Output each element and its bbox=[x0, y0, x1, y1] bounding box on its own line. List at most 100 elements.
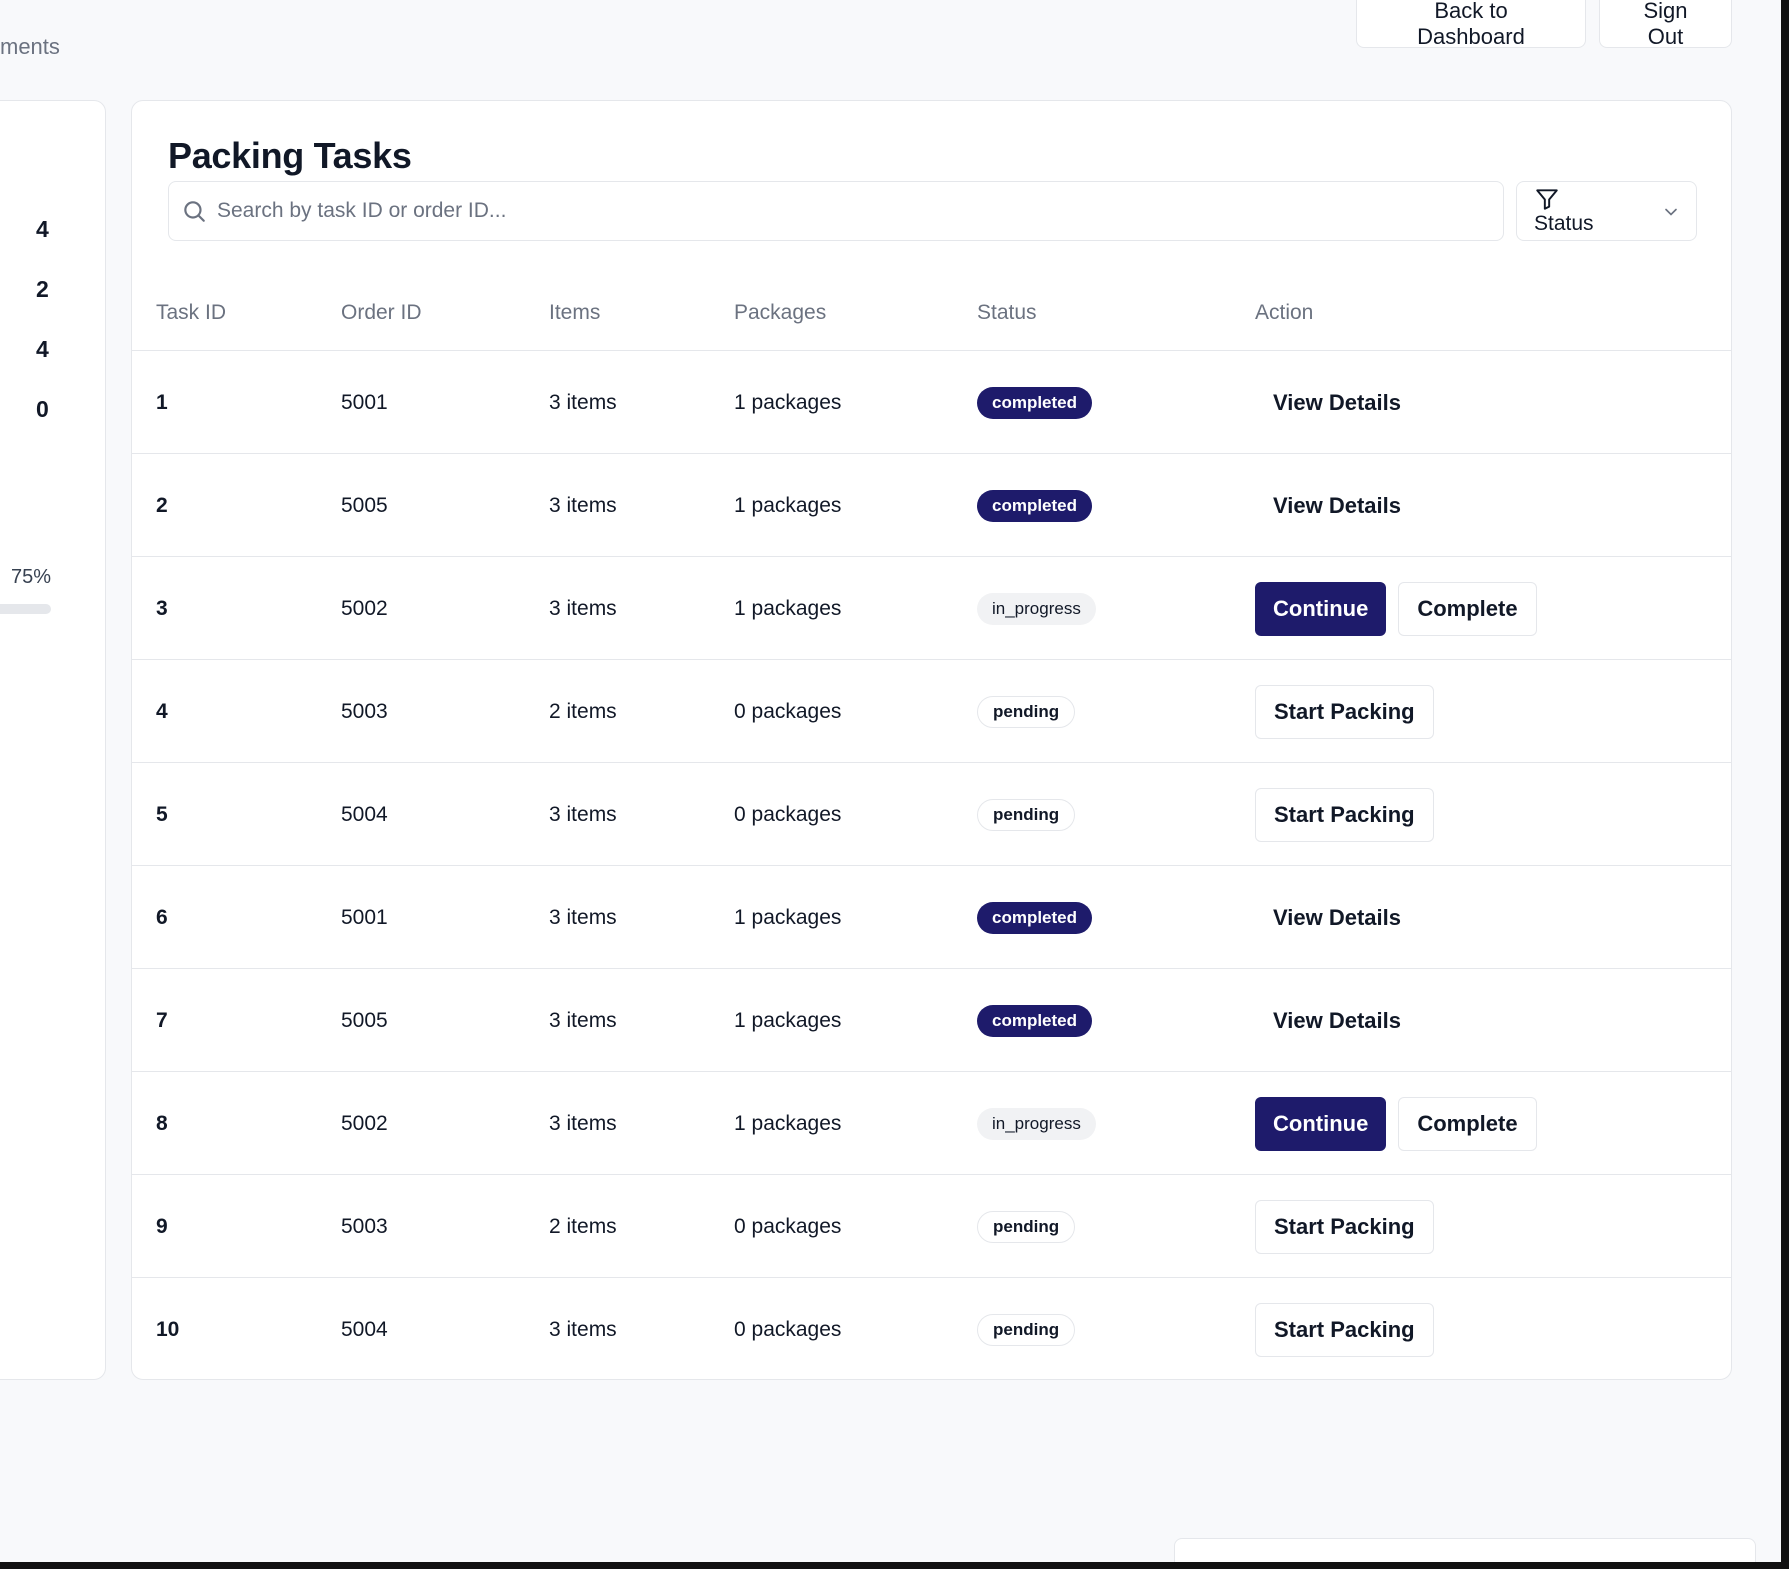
stat-value: 0 bbox=[36, 396, 49, 422]
table-body: 1 5001 3 items 1 packages completed View Deta… bbox=[132, 351, 1731, 1381]
page-subtitle: ments bbox=[0, 34, 60, 59]
view-details-button[interactable]: View Details bbox=[1255, 994, 1419, 1048]
view-details-button[interactable]: View Details bbox=[1255, 891, 1419, 945]
items-cell: 2 items bbox=[549, 699, 617, 723]
order-id-cell: 5001 bbox=[341, 390, 388, 414]
continue-button[interactable]: Continue bbox=[1255, 1096, 1387, 1151]
status-cell: pending bbox=[977, 1278, 1076, 1381]
status-badge: completed bbox=[977, 386, 1093, 419]
items-cell: 3 items bbox=[549, 1008, 617, 1032]
table-row: 4 5003 2 items 0 packages pending Start Packi… bbox=[132, 660, 1731, 763]
items-cell: 3 items bbox=[549, 493, 617, 517]
action-cell: Start Packing bbox=[1255, 763, 1434, 866]
status-cell: completed bbox=[977, 351, 1093, 454]
progress-label: 75% bbox=[11, 566, 52, 588]
order-id-cell: 5001 bbox=[341, 905, 388, 929]
table-row: 5 5004 3 items 0 packages pending Start Packi… bbox=[132, 763, 1731, 866]
filter-icon bbox=[1534, 186, 1560, 212]
status-badge: completed bbox=[977, 489, 1093, 522]
complete-button[interactable]: Complete bbox=[1398, 581, 1537, 636]
order-id-cell: 5004 bbox=[341, 802, 388, 826]
items-cell: 3 items bbox=[549, 1111, 617, 1135]
packing-tasks-card: Packing Tasks Status bbox=[131, 100, 1732, 1380]
start-packing-button[interactable]: Start Packing bbox=[1255, 684, 1434, 739]
stats-card: 4 2 4 0 75% bbox=[0, 100, 106, 1380]
task-id-cell: 1 bbox=[156, 390, 168, 414]
packages-cell: 1 packages bbox=[734, 596, 842, 620]
status-badge: pending bbox=[977, 1210, 1076, 1243]
action-cell: Start Packing bbox=[1255, 1175, 1434, 1278]
status-badge: pending bbox=[977, 1313, 1076, 1346]
status-badge: pending bbox=[977, 695, 1076, 728]
packages-cell: 0 packages bbox=[734, 802, 842, 826]
complete-button[interactable]: Complete bbox=[1398, 1096, 1537, 1151]
status-cell: in_progress bbox=[977, 1072, 1096, 1175]
packages-cell: 1 packages bbox=[734, 1008, 842, 1032]
action-cell: Continue Complete bbox=[1255, 1072, 1537, 1175]
chevron-down-icon bbox=[1661, 202, 1681, 222]
order-id-cell: 5004 bbox=[341, 1317, 388, 1341]
items-cell: 3 items bbox=[549, 905, 617, 929]
continue-button[interactable]: Continue bbox=[1255, 581, 1387, 636]
column-header-action: Action bbox=[1255, 301, 1314, 324]
table-row: 1 5001 3 items 1 packages completed View Deta… bbox=[132, 351, 1731, 454]
app-viewport: ments Back to Dashboard Sign Out 4 2 4 0… bbox=[0, 0, 1789, 1569]
stat-value: 2 bbox=[36, 276, 49, 302]
order-id-cell: 5002 bbox=[341, 1111, 388, 1135]
task-id-cell: 6 bbox=[156, 905, 168, 929]
order-id-cell: 5003 bbox=[341, 699, 388, 723]
stat-value: 4 bbox=[36, 216, 49, 242]
action-cell: Start Packing bbox=[1255, 660, 1434, 763]
search-box bbox=[168, 181, 1504, 241]
order-id-cell: 5005 bbox=[341, 493, 388, 517]
view-details-button[interactable]: View Details bbox=[1255, 479, 1419, 533]
page-title: Packing Tasks bbox=[168, 135, 412, 176]
task-id-cell: 9 bbox=[156, 1214, 168, 1238]
start-packing-button[interactable]: Start Packing bbox=[1255, 1302, 1434, 1357]
task-id-cell: 2 bbox=[156, 493, 168, 517]
task-id-cell: 10 bbox=[156, 1317, 180, 1341]
task-id-cell: 7 bbox=[156, 1008, 168, 1032]
progress-bar-fill bbox=[0, 604, 34, 614]
start-packing-button[interactable]: Start Packing bbox=[1255, 787, 1434, 842]
column-header-task-id: Task ID bbox=[156, 301, 227, 324]
start-packing-button[interactable]: Start Packing bbox=[1255, 1199, 1434, 1254]
items-cell: 3 items bbox=[549, 802, 617, 826]
status-filter-select[interactable]: Status bbox=[1516, 181, 1697, 241]
packages-cell: 1 packages bbox=[734, 390, 842, 414]
status-filter-label: Status bbox=[1534, 212, 1594, 235]
status-cell: pending bbox=[977, 1175, 1076, 1278]
stat-value: 4 bbox=[36, 336, 49, 362]
search-input[interactable] bbox=[217, 182, 1487, 240]
sign-out-button[interactable]: Sign Out bbox=[1599, 0, 1732, 49]
packing-tasks-table: Task ID Order ID Items Packages Status A… bbox=[132, 281, 1731, 1381]
order-id-cell: 5003 bbox=[341, 1214, 388, 1238]
table-row: 7 5005 3 items 1 packages completed View Deta… bbox=[132, 969, 1731, 1072]
table-row: 10 5004 3 items 0 packages pending Start Pack… bbox=[132, 1278, 1731, 1381]
action-cell: Continue Complete bbox=[1255, 557, 1537, 660]
status-cell: completed bbox=[977, 454, 1093, 557]
items-cell: 3 items bbox=[549, 596, 617, 620]
table-row: 9 5003 2 items 0 packages pending Start Packi… bbox=[132, 1175, 1731, 1278]
action-cell: Start Packing bbox=[1255, 1278, 1434, 1381]
action-cell: View Details bbox=[1255, 454, 1419, 557]
bottom-border bbox=[0, 1562, 1789, 1569]
back-to-dashboard-button[interactable]: Back to Dashboard bbox=[1356, 0, 1586, 49]
status-badge: completed bbox=[977, 1004, 1093, 1037]
items-cell: 2 items bbox=[549, 1214, 617, 1238]
view-details-button[interactable]: View Details bbox=[1255, 376, 1419, 430]
task-id-cell: 3 bbox=[156, 596, 168, 620]
table-row: 2 5005 3 items 1 packages completed View Deta… bbox=[132, 454, 1731, 557]
packages-cell: 0 packages bbox=[734, 699, 842, 723]
status-badge: completed bbox=[977, 901, 1093, 934]
order-id-cell: 5005 bbox=[341, 1008, 388, 1032]
action-cell: View Details bbox=[1255, 866, 1419, 969]
packages-cell: 0 packages bbox=[734, 1317, 842, 1341]
status-cell: pending bbox=[977, 660, 1076, 763]
status-badge: in_progress bbox=[977, 592, 1096, 625]
items-cell: 3 items bbox=[549, 1317, 617, 1341]
task-id-cell: 4 bbox=[156, 699, 168, 723]
packages-cell: 0 packages bbox=[734, 1214, 842, 1238]
table-row: 3 5002 3 items 1 packages in_progress Continu… bbox=[132, 557, 1731, 660]
status-cell: pending bbox=[977, 763, 1076, 866]
